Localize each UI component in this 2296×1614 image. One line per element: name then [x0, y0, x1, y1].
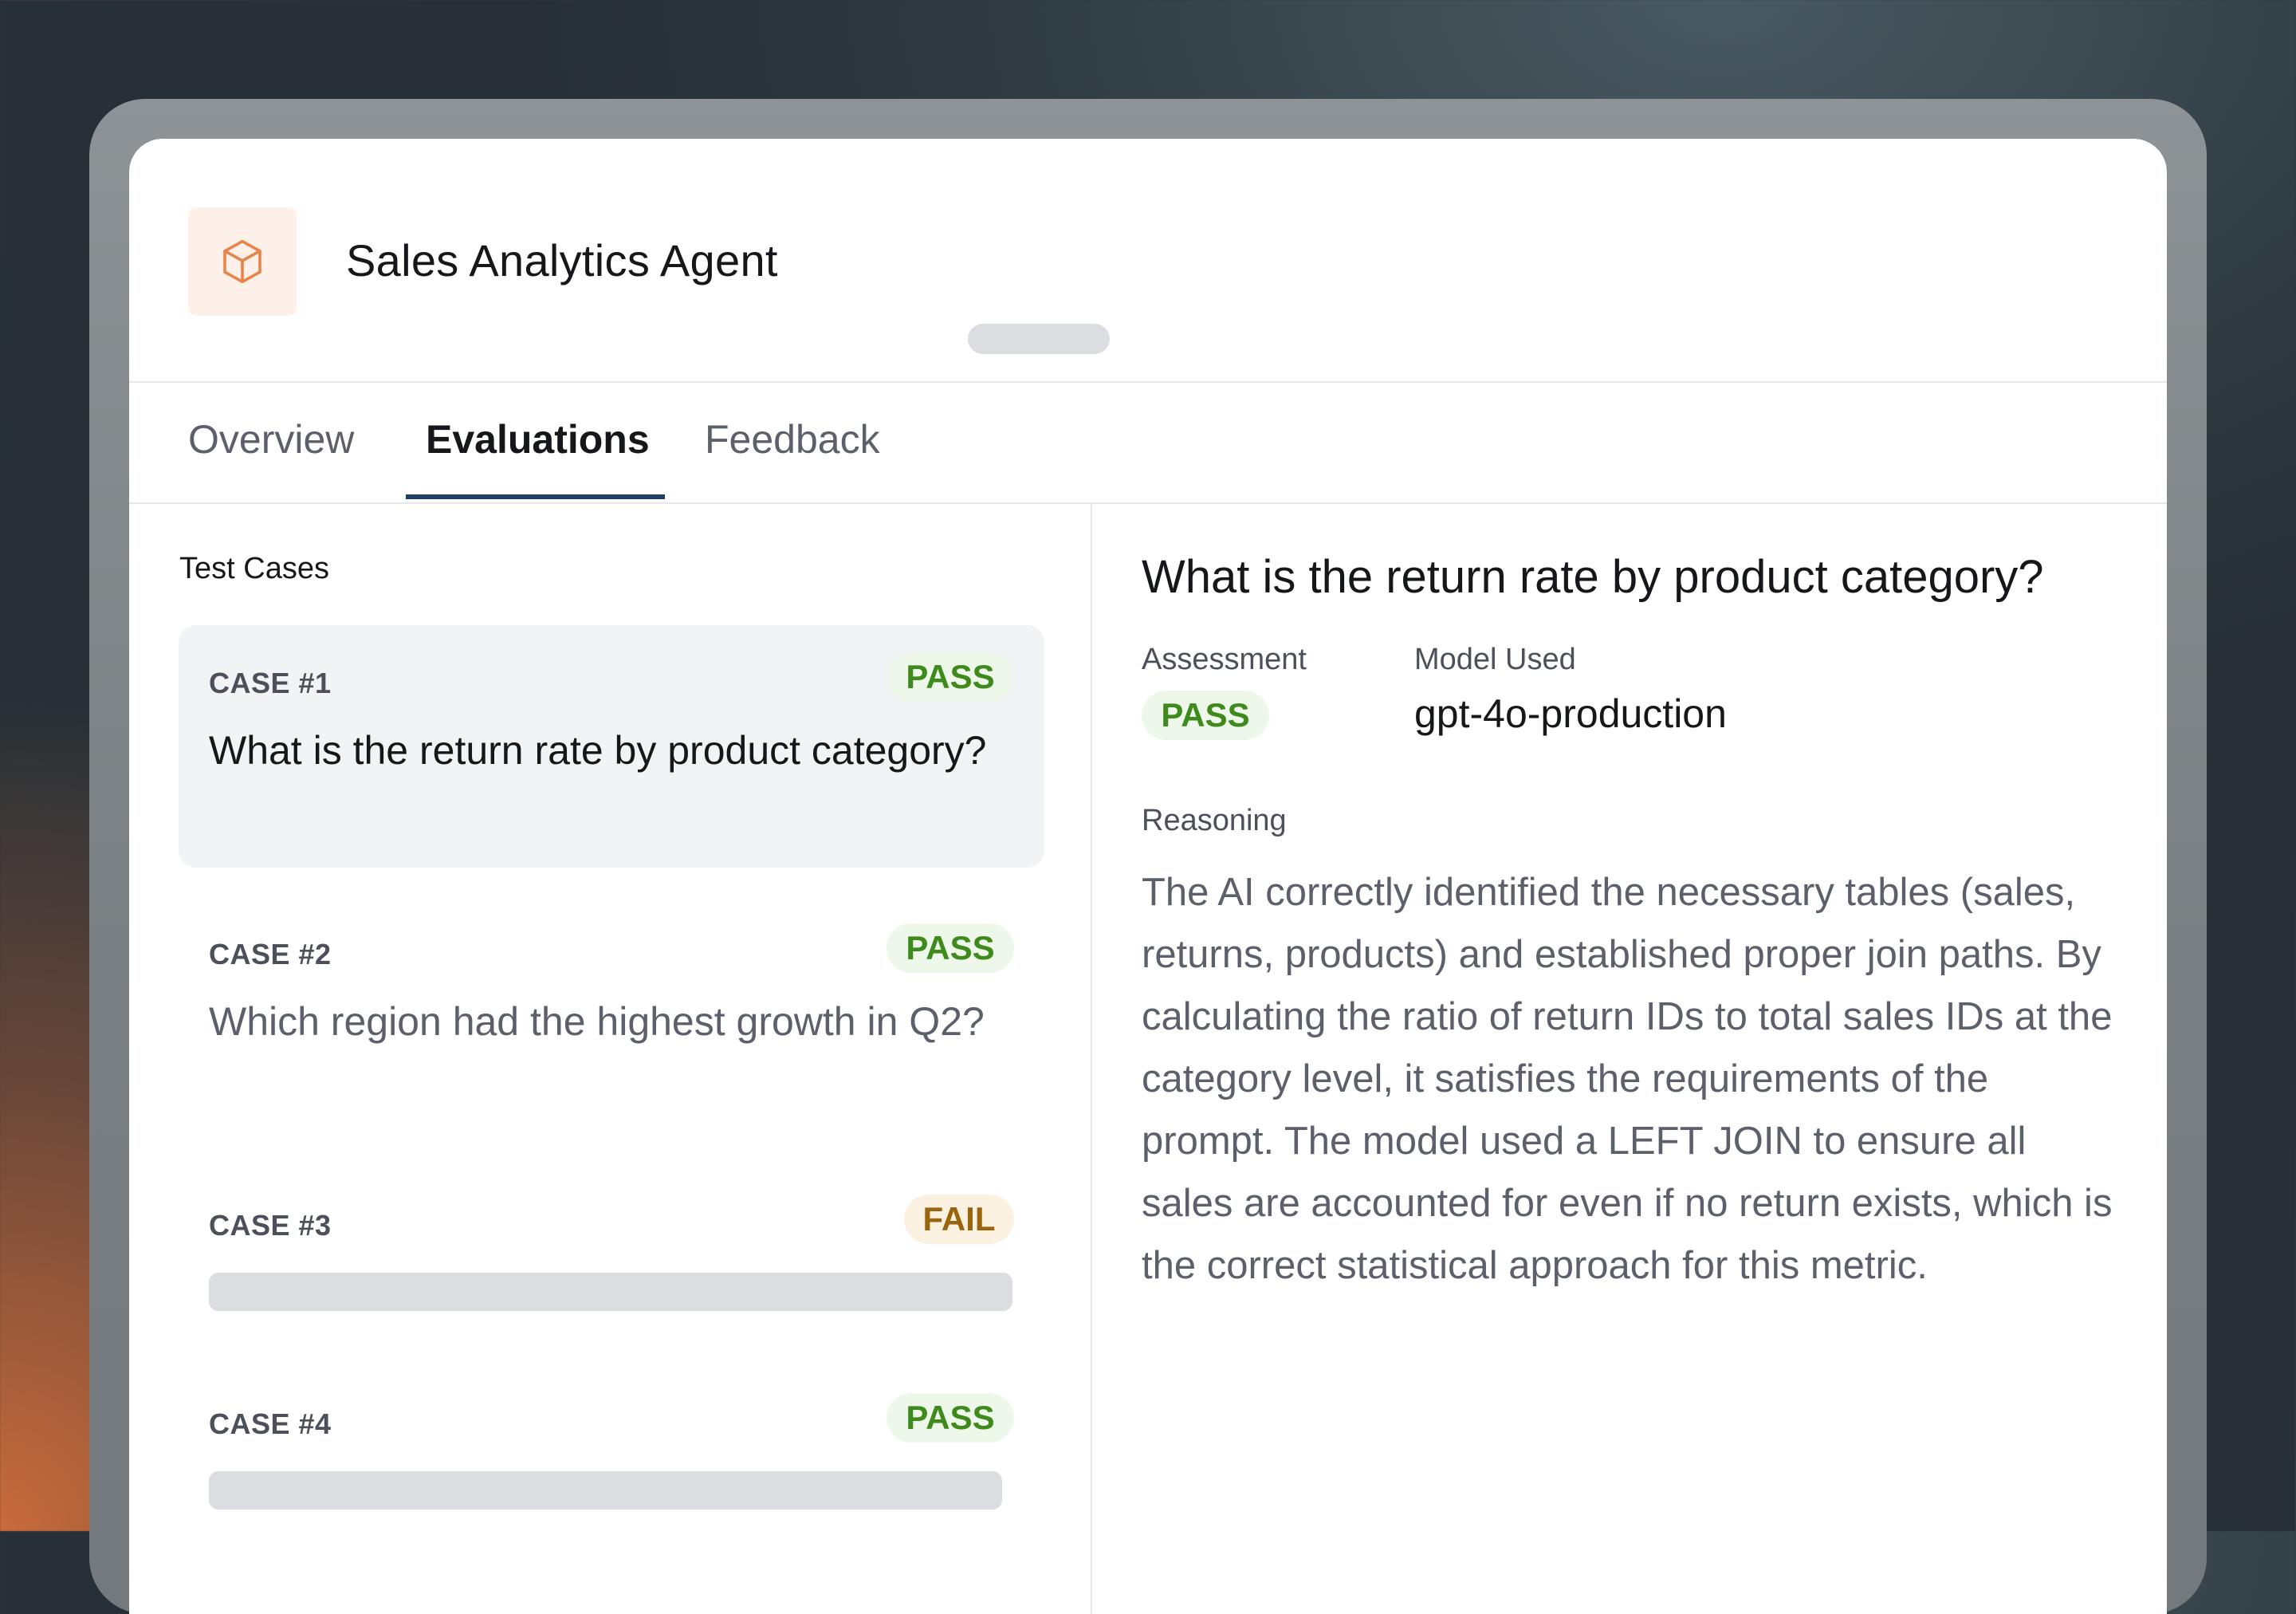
- test-case-1[interactable]: CASE #1 PASS What is the return rate by …: [179, 625, 1044, 868]
- tab-bar: Overview Evaluations Feedback: [129, 383, 2167, 504]
- status-badge: PASS: [887, 923, 1014, 973]
- case-id: CASE #3: [209, 1209, 332, 1242]
- case-question: What is the return rate by product categ…: [209, 728, 987, 773]
- test-cases-panel: Test Cases CASE #1 PASS What is the retu…: [129, 502, 1091, 1614]
- reasoning-text: The AI correctly identified the necessar…: [1142, 871, 2113, 1287]
- status-badge: PASS: [887, 652, 1014, 702]
- reasoning-label: Reasoning: [1142, 804, 1287, 837]
- assessment-badge: PASS: [1142, 691, 1269, 740]
- app-header: Sales Analytics Agent: [129, 139, 2167, 383]
- case-detail-panel: What is the return rate by product categ…: [1092, 502, 2167, 1614]
- app-logo: [188, 207, 297, 316]
- test-case-4[interactable]: CASE #4 PASS: [179, 1366, 1044, 1525]
- active-tab-indicator: [406, 494, 665, 499]
- status-badge: FAIL: [904, 1195, 1014, 1244]
- cube-icon: [223, 239, 261, 284]
- test-case-3[interactable]: CASE #3 FAIL: [179, 1167, 1044, 1327]
- tab-overview[interactable]: Overview: [188, 416, 354, 463]
- test-case-2[interactable]: CASE #2 PASS Which region had the highes…: [179, 896, 1044, 1139]
- case-id: CASE #2: [209, 938, 332, 970]
- question-placeholder: [209, 1273, 1012, 1311]
- detail-title: What is the return rate by product categ…: [1142, 551, 2044, 603]
- case-id: CASE #4: [209, 1407, 332, 1440]
- case-id: CASE #1: [209, 667, 332, 699]
- status-badge: PASS: [887, 1393, 1014, 1443]
- model-value: gpt-4o-production: [1414, 691, 1727, 736]
- test-cases-label: Test Cases: [179, 552, 329, 585]
- tab-feedback[interactable]: Feedback: [705, 416, 880, 463]
- app-card: Sales Analytics Agent Overview Evaluatio…: [129, 139, 2167, 1614]
- tab-placeholder: [968, 324, 1110, 354]
- tab-evaluations[interactable]: Evaluations: [426, 416, 650, 463]
- question-placeholder: [209, 1471, 1002, 1510]
- model-label: Model Used: [1414, 643, 1576, 676]
- assessment-label: Assessment: [1142, 643, 1307, 676]
- app-title: Sales Analytics Agent: [346, 235, 778, 285]
- case-question: Which region had the highest growth in Q…: [209, 999, 985, 1044]
